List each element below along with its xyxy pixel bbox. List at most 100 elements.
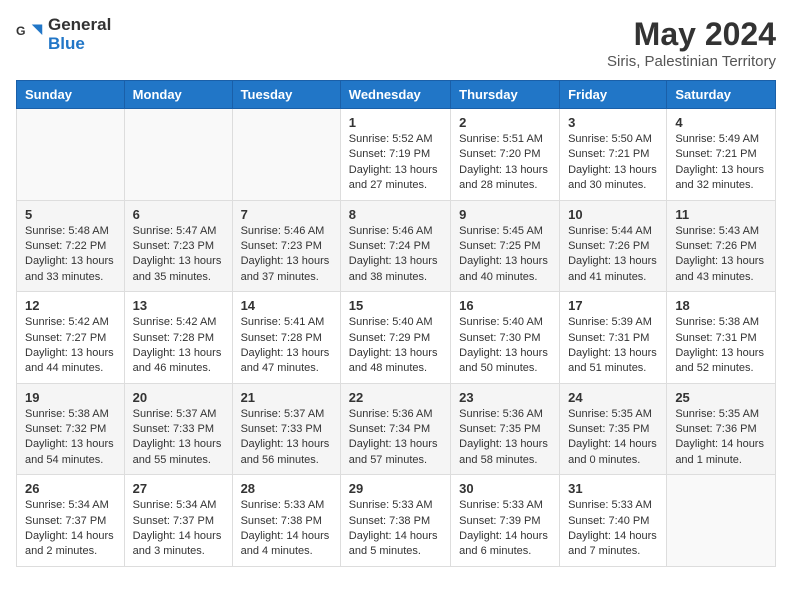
day-number: 7 xyxy=(241,207,332,222)
day-info-line: Daylight: 13 hours and 55 minutes. xyxy=(133,437,224,468)
day-info-line: Sunrise: 5:42 AM xyxy=(25,315,116,330)
day-number: 31 xyxy=(568,481,658,496)
day-info-line: Daylight: 14 hours and 3 minutes. xyxy=(133,529,224,560)
day-info-line: Sunrise: 5:41 AM xyxy=(241,315,332,330)
day-cell: 4Sunrise: 5:49 AMSunset: 7:21 PMDaylight… xyxy=(667,109,776,201)
day-info: Sunrise: 5:46 AMSunset: 7:24 PMDaylight:… xyxy=(349,224,442,286)
location-subtitle: Siris, Palestinian Territory xyxy=(607,53,776,70)
day-info-line: Sunrise: 5:50 AM xyxy=(568,132,658,147)
day-cell: 27Sunrise: 5:34 AMSunset: 7:37 PMDayligh… xyxy=(124,475,232,567)
day-info: Sunrise: 5:43 AMSunset: 7:26 PMDaylight:… xyxy=(675,224,767,286)
day-info-line: Sunrise: 5:34 AM xyxy=(25,498,116,513)
day-number: 1 xyxy=(349,115,442,130)
calendar-table: SundayMondayTuesdayWednesdayThursdayFrid… xyxy=(16,80,776,567)
day-cell: 30Sunrise: 5:33 AMSunset: 7:39 PMDayligh… xyxy=(451,475,560,567)
day-info: Sunrise: 5:37 AMSunset: 7:33 PMDaylight:… xyxy=(241,407,332,469)
day-info-line: Sunset: 7:27 PM xyxy=(25,331,116,346)
day-info-line: Sunrise: 5:40 AM xyxy=(349,315,442,330)
day-info-line: Daylight: 13 hours and 54 minutes. xyxy=(25,437,116,468)
day-cell: 22Sunrise: 5:36 AMSunset: 7:34 PMDayligh… xyxy=(340,383,450,475)
logo-icon: G xyxy=(16,21,44,49)
day-cell: 2Sunrise: 5:51 AMSunset: 7:20 PMDaylight… xyxy=(451,109,560,201)
day-info-line: Daylight: 13 hours and 41 minutes. xyxy=(568,254,658,285)
day-number: 16 xyxy=(459,298,551,313)
day-cell: 29Sunrise: 5:33 AMSunset: 7:38 PMDayligh… xyxy=(340,475,450,567)
day-number: 10 xyxy=(568,207,658,222)
day-cell: 31Sunrise: 5:33 AMSunset: 7:40 PMDayligh… xyxy=(560,475,667,567)
day-info-line: Sunset: 7:20 PM xyxy=(459,147,551,162)
day-number: 2 xyxy=(459,115,551,130)
day-cell: 20Sunrise: 5:37 AMSunset: 7:33 PMDayligh… xyxy=(124,383,232,475)
day-info-line: Daylight: 13 hours and 37 minutes. xyxy=(241,254,332,285)
day-info: Sunrise: 5:42 AMSunset: 7:27 PMDaylight:… xyxy=(25,315,116,377)
day-info-line: Daylight: 14 hours and 0 minutes. xyxy=(568,437,658,468)
day-info-line: Sunset: 7:40 PM xyxy=(568,514,658,529)
day-info-line: Sunset: 7:21 PM xyxy=(568,147,658,162)
day-number: 24 xyxy=(568,390,658,405)
day-info-line: Sunrise: 5:36 AM xyxy=(459,407,551,422)
day-cell: 19Sunrise: 5:38 AMSunset: 7:32 PMDayligh… xyxy=(17,383,125,475)
day-info-line: Sunrise: 5:49 AM xyxy=(675,132,767,147)
day-info-line: Sunset: 7:19 PM xyxy=(349,147,442,162)
day-info-line: Sunrise: 5:36 AM xyxy=(349,407,442,422)
day-number: 28 xyxy=(241,481,332,496)
day-info-line: Sunset: 7:30 PM xyxy=(459,331,551,346)
day-info-line: Sunrise: 5:35 AM xyxy=(675,407,767,422)
weekday-header-tuesday: Tuesday xyxy=(232,81,340,109)
page-header: G General Blue May 2024 Siris, Palestini… xyxy=(16,16,776,70)
day-number: 12 xyxy=(25,298,116,313)
day-cell: 1 Sunrise: 5:52 AMSunset: 7:19 PMDaylight… xyxy=(340,109,450,201)
day-info-line: Sunset: 7:28 PM xyxy=(241,331,332,346)
day-info-line: Sunrise: 5:33 AM xyxy=(241,498,332,513)
title-area: May 2024 Siris, Palestinian Territory xyxy=(607,16,776,70)
day-cell: 11 Sunrise: 5:43 AMSunset: 7:26 PMDayligh… xyxy=(667,200,776,292)
day-info-line: Daylight: 14 hours and 1 minute. xyxy=(675,437,767,468)
day-number: 30 xyxy=(459,481,551,496)
day-info-line: Sunset: 7:24 PM xyxy=(349,239,442,254)
day-info: Sunrise: 5:36 AMSunset: 7:34 PMDaylight:… xyxy=(349,407,442,469)
day-cell: 10Sunrise: 5:44 AMSunset: 7:26 PMDayligh… xyxy=(560,200,667,292)
day-info-line: Sunrise: 5:33 AM xyxy=(568,498,658,513)
day-number: 26 xyxy=(25,481,116,496)
day-info: Sunrise: 5:38 AMSunset: 7:32 PMDaylight:… xyxy=(25,407,116,469)
day-info-line: Daylight: 13 hours and 56 minutes. xyxy=(241,437,332,468)
day-cell: 6 Sunrise: 5:47 AMSunset: 7:23 PMDaylight… xyxy=(124,200,232,292)
day-info-line: Sunset: 7:31 PM xyxy=(568,331,658,346)
day-cell: 28Sunrise: 5:33 AMSunset: 7:38 PMDayligh… xyxy=(232,475,340,567)
day-info: Sunrise: 5:41 AMSunset: 7:28 PMDaylight:… xyxy=(241,315,332,377)
day-info-line: Daylight: 13 hours and 28 minutes. xyxy=(459,163,551,194)
day-info-line: Sunrise: 5:39 AM xyxy=(568,315,658,330)
day-number: 11 xyxy=(675,207,767,222)
day-info-line: Sunset: 7:36 PM xyxy=(675,422,767,437)
day-info-line: Sunset: 7:33 PM xyxy=(241,422,332,437)
day-number: 9 xyxy=(459,207,551,222)
day-info-line: Sunset: 7:37 PM xyxy=(25,514,116,529)
day-info: Sunrise: 5:50 AMSunset: 7:21 PMDaylight:… xyxy=(568,132,658,194)
day-info-line: Sunrise: 5:33 AM xyxy=(349,498,442,513)
day-info: Sunrise: 5:34 AMSunset: 7:37 PMDaylight:… xyxy=(133,498,224,560)
day-number: 6 xyxy=(133,207,224,222)
day-number: 13 xyxy=(133,298,224,313)
day-info: Sunrise: 5:42 AMSunset: 7:28 PMDaylight:… xyxy=(133,315,224,377)
day-info: Sunrise: 5:52 AMSunset: 7:19 PMDaylight:… xyxy=(349,132,442,194)
logo-general: General xyxy=(48,15,111,34)
day-info-line: Sunrise: 5:47 AM xyxy=(133,224,224,239)
week-row-1: 1 Sunrise: 5:52 AMSunset: 7:19 PMDaylight… xyxy=(17,109,776,201)
day-info: Sunrise: 5:34 AMSunset: 7:37 PMDaylight:… xyxy=(25,498,116,560)
day-info: Sunrise: 5:37 AMSunset: 7:33 PMDaylight:… xyxy=(133,407,224,469)
logo: G General Blue xyxy=(16,16,111,53)
day-number: 17 xyxy=(568,298,658,313)
day-info-line: Daylight: 13 hours and 33 minutes. xyxy=(25,254,116,285)
day-info-line: Sunrise: 5:48 AM xyxy=(25,224,116,239)
weekday-header-row: SundayMondayTuesdayWednesdayThursdayFrid… xyxy=(17,81,776,109)
day-info-line: Sunrise: 5:45 AM xyxy=(459,224,551,239)
day-info: Sunrise: 5:47 AMSunset: 7:23 PMDaylight:… xyxy=(133,224,224,286)
week-row-4: 19Sunrise: 5:38 AMSunset: 7:32 PMDayligh… xyxy=(17,383,776,475)
day-info-line: Daylight: 13 hours and 57 minutes. xyxy=(349,437,442,468)
day-info-line: Daylight: 13 hours and 46 minutes. xyxy=(133,346,224,377)
day-info-line: Sunrise: 5:44 AM xyxy=(568,224,658,239)
day-cell: 14Sunrise: 5:41 AMSunset: 7:28 PMDayligh… xyxy=(232,292,340,384)
day-info: Sunrise: 5:48 AMSunset: 7:22 PMDaylight:… xyxy=(25,224,116,286)
day-info-line: Sunset: 7:31 PM xyxy=(675,331,767,346)
day-info-line: Sunrise: 5:37 AM xyxy=(241,407,332,422)
